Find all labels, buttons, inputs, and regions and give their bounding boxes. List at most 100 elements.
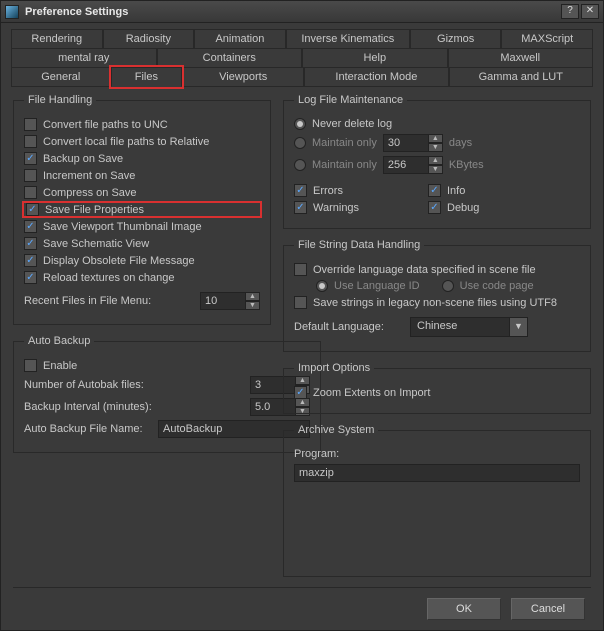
maintain-days-input[interactable] — [383, 134, 429, 152]
compress-save-label: Compress on Save — [43, 187, 137, 199]
convert-rel-checkbox[interactable] — [24, 135, 37, 148]
file-handling-legend: File Handling — [24, 94, 96, 106]
maintain-kb-spinner[interactable]: ▲▼ — [383, 156, 443, 174]
save-schematic-checkbox[interactable] — [24, 237, 37, 250]
override-lang-label: Override language data specified in scen… — [313, 264, 536, 276]
backup-save-label: Backup on Save — [43, 153, 123, 165]
log-warnings-label: Warnings — [313, 202, 359, 214]
autobak-num-label: Number of Autobak files: — [24, 379, 244, 391]
archive-system-group: Archive System Program: — [283, 424, 591, 577]
tab-radiosity[interactable]: Radiosity — [103, 29, 195, 49]
autobak-interval-label: Backup Interval (minutes): — [24, 401, 244, 413]
never-delete-label: Never delete log — [312, 118, 392, 130]
log-debug-label: Debug — [447, 202, 479, 214]
tab-viewports[interactable]: Viewports — [182, 67, 304, 87]
import-options-legend: Import Options — [294, 362, 374, 374]
help-button[interactable]: ? — [561, 4, 579, 19]
spinner-down-icon[interactable]: ▼ — [429, 165, 443, 174]
default-lang-value: Chinese — [410, 317, 510, 337]
maintain-kb-label: Maintain only — [312, 159, 377, 171]
log-info-checkbox[interactable] — [428, 184, 441, 197]
auto-backup-legend: Auto Backup — [24, 335, 94, 347]
log-errors-checkbox[interactable] — [294, 184, 307, 197]
tab-general[interactable]: General — [11, 67, 111, 87]
zoom-extents-checkbox[interactable] — [294, 386, 307, 399]
log-debug-checkbox[interactable] — [428, 201, 441, 214]
default-lang-label: Default Language: — [294, 321, 404, 333]
maintain-days-spinner[interactable]: ▲▼ — [383, 134, 443, 152]
cancel-button[interactable]: Cancel — [511, 598, 585, 620]
maintain-days-radio[interactable] — [294, 137, 306, 149]
spinner-down-icon[interactable]: ▼ — [429, 143, 443, 152]
tab-gamma-lut[interactable]: Gamma and LUT — [449, 67, 593, 87]
backup-save-checkbox[interactable] — [24, 152, 37, 165]
increment-save-checkbox[interactable] — [24, 169, 37, 182]
ok-button[interactable]: OK — [427, 598, 501, 620]
program-label: Program: — [294, 448, 339, 460]
tab-strip: Rendering Radiosity Animation Inverse Ki… — [1, 23, 603, 86]
use-code-page-radio[interactable] — [442, 280, 454, 292]
use-lang-id-label: Use Language ID — [334, 280, 420, 292]
never-delete-radio[interactable] — [294, 118, 306, 130]
override-lang-checkbox[interactable] — [294, 263, 307, 276]
reload-tex-checkbox[interactable] — [24, 271, 37, 284]
log-maintenance-group: Log File Maintenance Never delete log Ma… — [283, 94, 591, 229]
tab-row-3: General Files Viewports Interaction Mode… — [11, 67, 593, 87]
compress-save-checkbox[interactable] — [24, 186, 37, 199]
auto-backup-group: Auto Backup Enable Number of Autobak fil… — [13, 335, 321, 453]
app-icon — [5, 5, 19, 19]
recent-files-input[interactable] — [200, 292, 246, 310]
use-lang-id-radio[interactable] — [316, 280, 328, 292]
titlebar: Preference Settings ? ✕ — [1, 1, 603, 23]
days-unit-label: days — [449, 137, 472, 149]
save-legacy-utf8-checkbox[interactable] — [294, 296, 307, 309]
save-thumb-label: Save Viewport Thumbnail Image — [43, 221, 202, 233]
spinner-up-icon[interactable]: ▲ — [429, 156, 443, 165]
log-errors-label: Errors — [313, 185, 343, 197]
tab-row-1: Rendering Radiosity Animation Inverse Ki… — [11, 29, 593, 49]
footer: OK Cancel — [1, 588, 603, 630]
tab-maxscript[interactable]: MAXScript — [501, 29, 593, 49]
autobak-name-label: Auto Backup File Name: — [24, 423, 152, 435]
log-info-label: Info — [447, 185, 465, 197]
file-handling-group: File Handling Convert file paths to UNC … — [13, 94, 271, 325]
tab-rendering[interactable]: Rendering — [11, 29, 103, 49]
import-options-group: Import Options Zoom Extents on Import — [283, 362, 591, 414]
spinner-down-icon[interactable]: ▼ — [246, 301, 260, 310]
save-thumb-checkbox[interactable] — [24, 220, 37, 233]
autobackup-enable-checkbox[interactable] — [24, 359, 37, 372]
tab-gizmos[interactable]: Gizmos — [410, 29, 502, 49]
tab-help[interactable]: Help — [302, 48, 448, 68]
log-warnings-checkbox[interactable] — [294, 201, 307, 214]
program-input[interactable] — [294, 464, 580, 482]
display-obsolete-label: Display Obsolete File Message — [43, 255, 195, 267]
default-lang-dropdown[interactable]: Chinese ▼ — [410, 317, 528, 337]
recent-files-label: Recent Files in File Menu: — [24, 295, 194, 307]
close-button[interactable]: ✕ — [581, 4, 599, 19]
spinner-up-icon[interactable]: ▲ — [246, 292, 260, 301]
autobackup-enable-label: Enable — [43, 360, 77, 372]
string-handling-legend: File String Data Handling — [294, 239, 424, 251]
content-area: File Handling Convert file paths to UNC … — [1, 86, 603, 587]
preferences-window: Preference Settings ? ✕ Rendering Radios… — [0, 0, 604, 631]
save-file-props-checkbox[interactable] — [26, 203, 39, 216]
tab-files[interactable]: Files — [111, 67, 183, 87]
save-legacy-utf8-label: Save strings in legacy non-scene files u… — [313, 297, 557, 309]
display-obsolete-checkbox[interactable] — [24, 254, 37, 267]
maintain-kb-radio[interactable] — [294, 159, 306, 171]
recent-files-spinner[interactable]: ▲▼ — [200, 292, 260, 310]
tab-animation[interactable]: Animation — [194, 29, 286, 49]
tab-interaction-mode[interactable]: Interaction Mode — [304, 67, 448, 87]
save-file-props-label: Save File Properties — [45, 204, 144, 216]
increment-save-label: Increment on Save — [43, 170, 135, 182]
dropdown-arrow-icon[interactable]: ▼ — [510, 317, 528, 337]
tab-mental-ray[interactable]: mental ray — [11, 48, 157, 68]
spinner-up-icon[interactable]: ▲ — [429, 134, 443, 143]
string-handling-group: File String Data Handling Override langu… — [283, 239, 591, 352]
tab-containers[interactable]: Containers — [157, 48, 303, 68]
convert-unc-checkbox[interactable] — [24, 118, 37, 131]
tab-maxwell[interactable]: Maxwell — [448, 48, 594, 68]
maintain-kb-input[interactable] — [383, 156, 429, 174]
tab-inverse-kinematics[interactable]: Inverse Kinematics — [286, 29, 410, 49]
reload-tex-label: Reload textures on change — [43, 272, 174, 284]
